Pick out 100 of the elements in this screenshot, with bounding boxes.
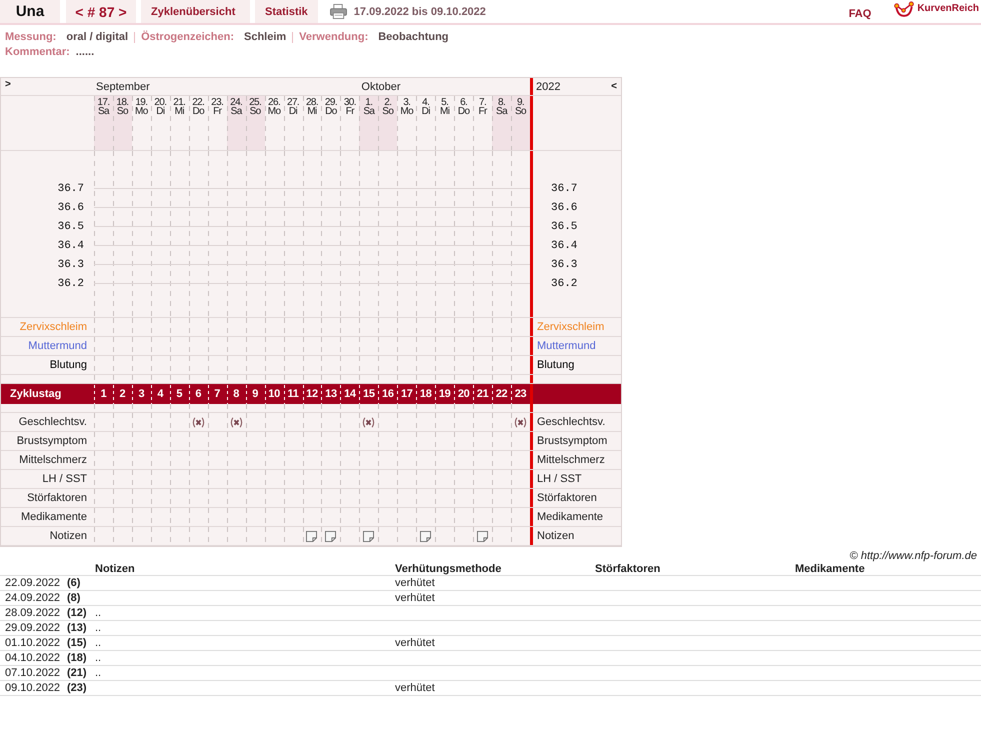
day-date: 4. [422, 98, 430, 107]
day-weekday: Mi [307, 107, 317, 116]
day-weekday: Fr [213, 107, 222, 116]
date-cell-text: 04.10.2022 [5, 652, 62, 664]
notes-cell-text: .. [95, 637, 102, 649]
year-label: 2022 [536, 80, 560, 92]
row-label: Medikamente [20, 511, 87, 523]
row-label: Brustsymptom [16, 435, 87, 447]
day-date: 19. [135, 98, 148, 107]
day-date: 20. [154, 98, 166, 107]
info-label: Verwendung: [299, 31, 368, 43]
note-icon[interactable] [477, 530, 488, 542]
cycle-day-cell-text: (13) [67, 622, 88, 634]
date-cell-text: 29.09.2022 [5, 622, 62, 634]
row-label: Geschlechtsv. [537, 416, 606, 428]
row-label: Mittelschmerz [19, 454, 87, 466]
note-icon[interactable] [325, 530, 336, 542]
row-label: Brustsymptom [537, 435, 608, 447]
day-date: 29. [324, 98, 337, 107]
cycle-day-number: 7 [214, 388, 220, 400]
day-weekday: Sa [230, 107, 242, 116]
temperature-label: 36.7 [56, 182, 85, 196]
temperature-label: 36.3 [56, 258, 85, 272]
cycle-day-cell-text: (12) [67, 607, 88, 619]
day-weekday: Mo [268, 107, 280, 116]
column-header: Medikamente [795, 562, 866, 574]
cycle-day-number: 19 [438, 388, 450, 400]
day-date: 22. [192, 98, 204, 107]
date-range: 17.09.2022 bis 09.10.2022 [354, 6, 486, 18]
cycle-day-number: 17 [400, 388, 413, 400]
cycle-day-number: 14 [344, 388, 356, 400]
day-weekday: Di [422, 107, 430, 116]
day-weekday: Mi [440, 107, 450, 116]
cycle-day-label: Zyklustag [10, 388, 62, 400]
info-label: Östrogenzeichen: [141, 31, 234, 43]
cross-in-brackets-icon [513, 416, 528, 428]
day-weekday: Do [325, 107, 337, 116]
date-cell-text: 01.10.2022 [5, 637, 62, 649]
cycle-switcher[interactable]: < # 87 > [66, 0, 136, 23]
day-weekday: Mi [174, 107, 184, 116]
info-value: Schleim [244, 31, 286, 43]
info-label: Messung: [5, 31, 56, 43]
scroll-forward-button[interactable]: > [1, 78, 15, 91]
user-name: Una [0, 0, 60, 23]
row-label: Mittelschmerz [537, 454, 605, 466]
day-weekday: Fr [478, 107, 487, 116]
cycle-day-cell-text: (18) [67, 652, 88, 664]
row-label: Blutung [50, 359, 87, 371]
temperature-label: 36.6 [56, 200, 85, 216]
method-cell-text: verhütet [395, 577, 436, 589]
row-label: Störfaktoren [537, 492, 597, 504]
method-cell-text: verhütet [395, 592, 436, 604]
day-weekday: So [250, 107, 261, 116]
faq-link[interactable]: FAQ [848, 4, 872, 20]
notes-cell-text: .. [95, 652, 102, 664]
cross-in-brackets-icon [361, 416, 376, 428]
row-label: Geschlechtsv. [18, 416, 87, 428]
date-cell-text: 24.09.2022 [5, 592, 62, 604]
cycle-day-cell-text: (8) [67, 592, 82, 604]
day-weekday: So [514, 107, 526, 116]
date-cell-text: 09.10.2022 [5, 682, 62, 694]
method-cell-text: verhütet [395, 637, 436, 649]
day-weekday: Di [288, 107, 298, 116]
day-date: 7. [479, 98, 486, 107]
temperature-label: 36.7 [550, 182, 578, 196]
cycle-day-cell-text: (6) [67, 577, 82, 589]
day-date: 5. [441, 98, 448, 107]
cycle-day-number: 1 [100, 388, 106, 400]
day-date: 21. [173, 98, 186, 107]
dotted-curve-logo-icon [894, 1, 914, 18]
cross-in-brackets-icon [228, 416, 244, 428]
note-icon[interactable] [306, 530, 318, 542]
row-label: Muttermund [537, 340, 596, 352]
day-weekday: Do [458, 107, 470, 116]
day-weekday: Mo [400, 107, 414, 116]
printer-icon[interactable] [330, 4, 347, 19]
day-date: 3. [403, 98, 410, 107]
nav-tab[interactable]: Statistik [255, 0, 318, 23]
column-header: Notizen [95, 562, 136, 574]
temperature-label: 36.3 [550, 258, 578, 272]
column-header: Verhütungsmethode [395, 562, 502, 574]
note-icon[interactable] [420, 530, 432, 542]
scroll-back-button[interactable]: < [607, 80, 621, 93]
row-label: Notizen [537, 530, 574, 542]
day-weekday: Di [156, 107, 164, 116]
cross-in-brackets-icon [190, 416, 206, 428]
cycle-day-number: 18 [420, 388, 432, 400]
row-label: Blutung [537, 359, 574, 371]
month-label: September [96, 80, 150, 92]
notes-cell-text: .. [95, 622, 102, 634]
nav-tab[interactable]: Zyklenübersicht [141, 0, 250, 23]
day-date: 28. [306, 98, 318, 107]
row-label: Notizen [50, 530, 87, 542]
day-date: 18. [116, 98, 128, 107]
cycle-day-number: 21 [476, 388, 488, 400]
note-icon[interactable] [363, 530, 374, 542]
row-label: LH / SST [537, 473, 582, 485]
cycle-day-number: 12 [306, 388, 318, 400]
comment-value: ...... [76, 46, 94, 58]
notes-cell-text: .. [95, 607, 102, 619]
